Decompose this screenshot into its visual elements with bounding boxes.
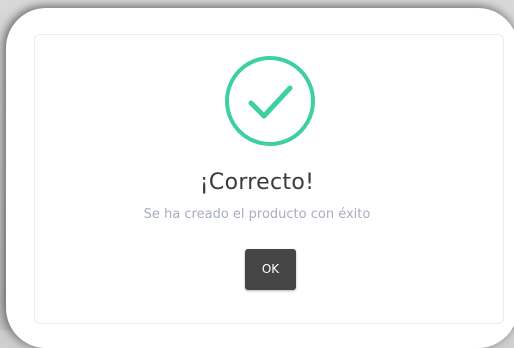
ok-button[interactable]: OK [245,249,296,290]
dialog-title: ¡Correcto! [199,170,315,195]
check-circle-icon [225,56,315,146]
dialog-message: Se ha creado el producto con éxito [143,207,371,222]
